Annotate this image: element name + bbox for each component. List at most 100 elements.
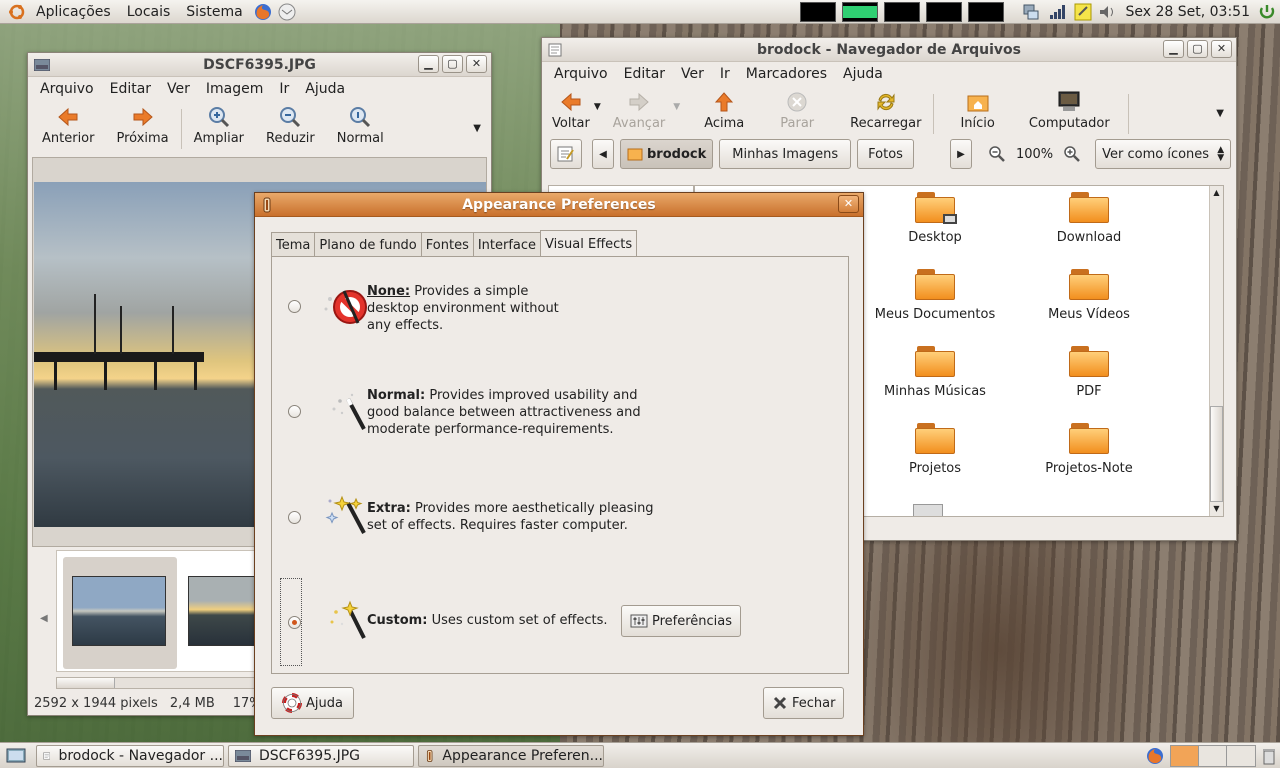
menu-imagem[interactable]: Imagem <box>198 81 271 97</box>
menu-marcadores[interactable]: Marcadores <box>738 66 835 82</box>
folder-minhas-musicas[interactable]: Minhas Músicas <box>865 344 1005 399</box>
menu-ajuda[interactable]: Ajuda <box>297 81 353 97</box>
menu-ir[interactable]: Ir <box>712 66 738 82</box>
dialog-titlebar[interactable]: Appearance Preferences ✕ <box>255 193 863 217</box>
home-button[interactable]: Início <box>954 90 1000 131</box>
path-button-fotos[interactable]: Fotos <box>857 139 914 169</box>
folder-desktop[interactable]: Desktop <box>865 190 1005 245</box>
previous-button[interactable]: Anterior <box>36 105 100 146</box>
toggle-location-entry-button[interactable] <box>550 139 582 169</box>
tab-tema[interactable]: Tema <box>271 232 316 258</box>
notes-icon[interactable] <box>1074 3 1092 21</box>
folder-pdf[interactable]: PDF <box>1019 344 1159 399</box>
close-button[interactable]: ✕ <box>1211 40 1232 58</box>
toolbar-overflow-arrow-icon[interactable]: ▼ <box>1216 108 1224 119</box>
folder-projetos-note[interactable]: Projetos-Note <box>1019 421 1159 476</box>
back-button[interactable]: Voltar <box>546 90 596 131</box>
zoom-in-icon[interactable] <box>1063 145 1081 163</box>
zoom-out-button[interactable]: Reduzir <box>260 105 321 146</box>
volume-icon[interactable] <box>1098 3 1118 21</box>
workspace-3[interactable] <box>1227 745 1255 766</box>
taskbar-item-image-viewer[interactable]: DSCF6395.JPG <box>228 744 414 767</box>
zoom-out-icon[interactable] <box>988 145 1006 163</box>
zoom-in-button[interactable]: Ampliar <box>188 105 250 146</box>
menu-ajuda[interactable]: Ajuda <box>835 66 891 82</box>
reload-button[interactable]: Recarregar <box>844 90 927 131</box>
menu-editar[interactable]: Editar <box>616 66 673 82</box>
toolbar-overflow-arrow-icon[interactable]: ▼ <box>473 123 481 134</box>
radio-normal[interactable] <box>288 405 301 418</box>
stop-button[interactable]: Parar <box>774 90 820 131</box>
up-button[interactable]: Acima <box>698 90 750 131</box>
scrollbar-thumb[interactable] <box>57 678 115 688</box>
computer-button[interactable]: Computador <box>1023 90 1116 131</box>
thumbnail-scroll-left-icon[interactable]: ◀ <box>40 613 48 624</box>
path-scroll-left-button[interactable]: ◀ <box>592 139 614 169</box>
zoom-normal-button[interactable]: Normal <box>331 105 390 146</box>
back-history-arrow-icon[interactable]: ▼ <box>594 102 601 112</box>
preferences-button[interactable]: Preferências <box>621 605 742 637</box>
show-desktop-icon[interactable] <box>6 747 26 765</box>
tab-interface[interactable]: Interface <box>472 232 542 258</box>
menu-ver[interactable]: Ver <box>159 81 198 97</box>
scroll-up-icon[interactable]: ▲ <box>1210 186 1223 200</box>
folder-meus-documentos[interactable]: Meus Documentos <box>865 267 1005 322</box>
workspace-1[interactable] <box>1171 745 1199 766</box>
taskbar-item-appearance[interactable]: Appearance Preferen... <box>418 744 604 767</box>
folder-download[interactable]: Download <box>1019 190 1159 245</box>
partial-item-icon[interactable] <box>913 498 949 516</box>
ubuntu-logo-icon[interactable] <box>0 0 34 24</box>
menu-sistema[interactable]: Sistema <box>178 0 250 24</box>
radio-none[interactable] <box>288 300 301 313</box>
mail-icon[interactable] <box>277 2 297 22</box>
path-scroll-right-button[interactable]: ▶ <box>949 139 972 169</box>
radio-extra[interactable] <box>288 511 301 524</box>
next-button[interactable]: Próxima <box>110 105 174 146</box>
menu-ver[interactable]: Ver <box>673 66 712 82</box>
firefox-icon[interactable] <box>253 2 273 22</box>
shutdown-icon[interactable] <box>1258 3 1276 21</box>
minimize-button[interactable]: ▁ <box>418 55 439 73</box>
radio-custom[interactable] <box>288 616 301 629</box>
trash-icon[interactable] <box>1262 747 1276 765</box>
tab-fontes[interactable]: Fontes <box>420 232 474 258</box>
folder-projetos[interactable]: Projetos <box>865 421 1005 476</box>
signal-strength-icon[interactable] <box>1048 3 1066 21</box>
minimize-button[interactable]: ▁ <box>1163 40 1184 58</box>
image-viewer-titlebar[interactable]: DSCF6395.JPG ▁ ▢ ✕ <box>28 53 491 77</box>
maximize-button[interactable]: ▢ <box>1187 40 1208 58</box>
close-button[interactable]: ✕ <box>466 55 487 73</box>
workspace-switcher[interactable] <box>1170 744 1256 767</box>
folder-meus-videos[interactable]: Meus Vídeos <box>1019 267 1159 322</box>
effect-option-normal[interactable]: Normal: Provides improved usability and … <box>272 357 848 467</box>
scrollbar-thumb[interactable] <box>1210 406 1223 502</box>
thumbnail-pier-sunset[interactable] <box>188 576 258 646</box>
thumbnail-pier-dusk[interactable] <box>72 576 166 646</box>
workspace-2[interactable] <box>1199 745 1227 766</box>
firefox-tray-icon[interactable] <box>1144 746 1166 766</box>
file-browser-titlebar[interactable]: brodock - Navegador de Arquivos ▁ ▢ ✕ <box>542 38 1236 62</box>
taskbar-item-file-browser[interactable]: brodock - Navegador ... <box>36 744 224 767</box>
close-dialog-button[interactable]: Fechar <box>763 687 845 719</box>
path-button-minhas-imagens[interactable]: Minhas Imagens <box>719 139 852 169</box>
network-icon[interactable] <box>1022 3 1040 21</box>
menu-arquivo[interactable]: Arquivo <box>32 81 102 97</box>
help-button[interactable]: Ajuda <box>271 687 354 719</box>
tab-visual-effects[interactable]: Visual Effects <box>540 230 638 259</box>
close-button[interactable]: ✕ <box>838 195 859 213</box>
vertical-scrollbar[interactable]: ▲ ▼ <box>1209 186 1223 516</box>
tab-plano-de-fundo[interactable]: Plano de fundo <box>314 232 422 258</box>
menu-ir[interactable]: Ir <box>271 81 297 97</box>
forward-history-arrow-icon[interactable]: ▼ <box>673 102 680 112</box>
effect-option-custom[interactable]: Custom: Uses custom set of effects. Pref… <box>272 572 848 672</box>
view-mode-select[interactable]: Ver como ícones ▲ ▼ <box>1095 139 1232 169</box>
menu-aplicacoes[interactable]: Aplicações <box>34 0 119 24</box>
menu-editar[interactable]: Editar <box>102 81 159 97</box>
forward-button[interactable]: Avançar <box>607 90 672 131</box>
clock[interactable]: Sex 28 Set, 03:51 <box>1118 0 1259 24</box>
effect-option-none[interactable]: None: Provides a simple desktop environm… <box>272 257 848 357</box>
menu-locais[interactable]: Locais <box>119 0 179 24</box>
effect-option-extra[interactable]: Extra: Provides more aesthetically pleas… <box>272 467 848 572</box>
menu-arquivo[interactable]: Arquivo <box>546 66 616 82</box>
maximize-button[interactable]: ▢ <box>442 55 463 73</box>
